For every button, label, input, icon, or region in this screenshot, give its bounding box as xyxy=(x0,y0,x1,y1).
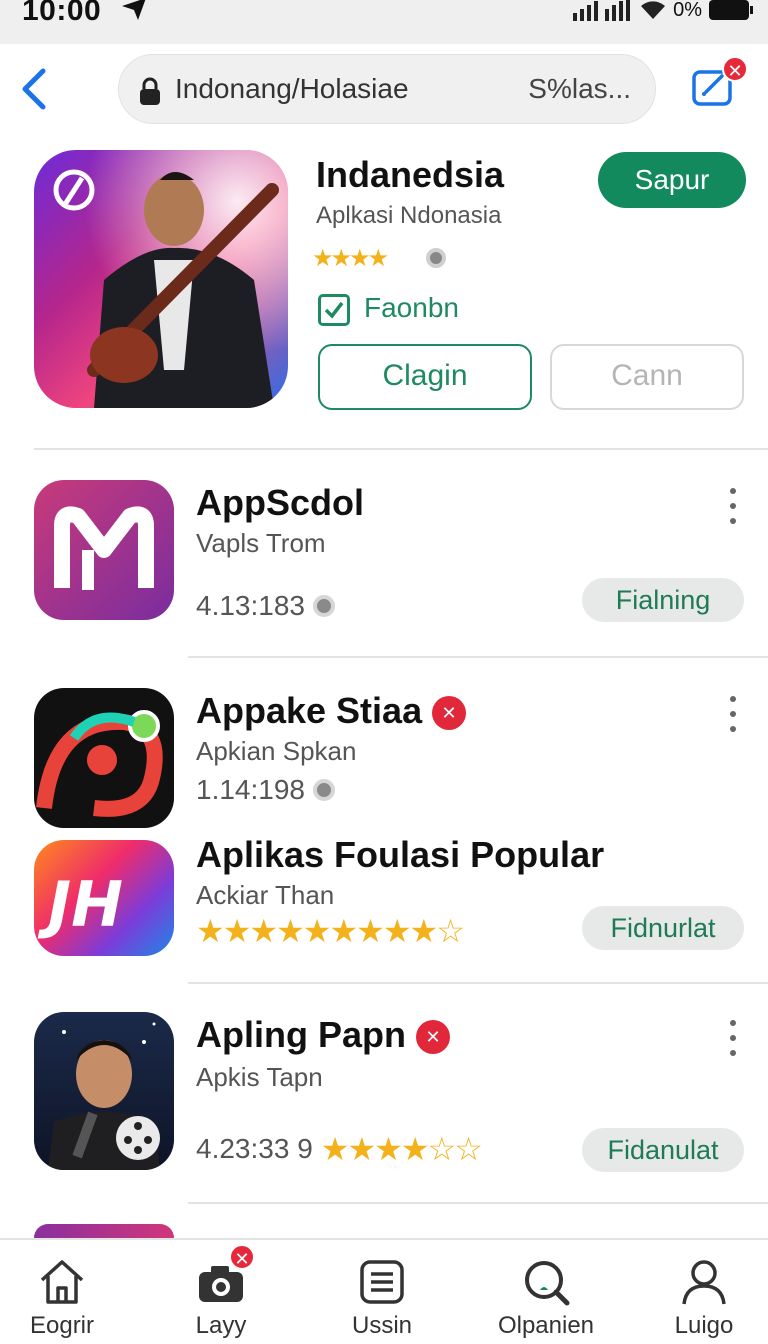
app-developer: Vapls Trom xyxy=(196,528,326,558)
app-icon xyxy=(34,1012,174,1170)
nav-label: Olpanien xyxy=(497,1312,595,1339)
nav-search[interactable]: Olpanien xyxy=(486,1252,606,1342)
secondary-button[interactable]: Clagin xyxy=(318,344,532,410)
nav-label: Layy xyxy=(195,1312,247,1339)
info-dot-icon xyxy=(313,779,335,801)
status-time: 10:00 xyxy=(22,0,102,27)
nav-label: Ussin xyxy=(351,1312,412,1339)
nav-label: Eogrir xyxy=(29,1312,95,1339)
more-options-button[interactable] xyxy=(720,488,746,524)
app-name: AppScdol xyxy=(196,482,364,523)
list-item[interactable]: Appake Stiaa ✕ Apkian Spkan 1.14:198 xyxy=(0,688,768,828)
divider xyxy=(188,982,768,984)
notification-badge: ✕ xyxy=(722,56,748,82)
more-options-button[interactable] xyxy=(720,696,746,732)
divider xyxy=(188,1202,768,1204)
notification-badge: ✕ xyxy=(229,1244,255,1270)
info-dot-icon xyxy=(426,248,446,268)
featured-app-subtitle: Aplkasi Ndonasia xyxy=(316,202,502,229)
divider xyxy=(34,448,768,450)
app-icon xyxy=(34,688,174,828)
checkbox[interactable] xyxy=(318,294,350,326)
filled-stars: ★★★★ xyxy=(320,1131,430,1167)
search-icon xyxy=(525,1261,570,1306)
search-bar[interactable]: Indonang/Holasiae S%las... xyxy=(118,54,656,124)
disabled-button: Cann xyxy=(550,344,744,410)
verified-badge: ✕ xyxy=(432,696,467,730)
app-developer: Apkis Tapn xyxy=(196,1062,323,1092)
list-item[interactable]: AppScdol Vapls Trom 4.13:183 Fialning xyxy=(0,480,768,656)
action-button[interactable]: Fidnurlat xyxy=(582,906,744,950)
list-item[interactable]: JH Aplikas Foulasi Popular Ackiar Than ★… xyxy=(0,834,768,980)
filled-stars: ★★★★★★★★★ xyxy=(196,913,438,949)
search-query: Indonang/Holasiae xyxy=(175,73,409,104)
location-icon xyxy=(122,0,146,20)
featured-rating-stars: ★★★★ xyxy=(312,245,389,272)
action-button[interactable]: Fialning xyxy=(582,578,744,622)
chevron-left-icon xyxy=(22,68,46,110)
app-developer: Apkian Spkan xyxy=(196,736,357,766)
search-hint: S%las... xyxy=(528,73,631,104)
lock-icon xyxy=(140,77,160,105)
status-indicators: 0% xyxy=(573,0,754,22)
app-icon: JH xyxy=(34,840,174,956)
empty-stars: ☆☆ xyxy=(427,1131,483,1167)
svg-text:JH: JH xyxy=(37,868,123,941)
app-name-text: Appake Stiaa xyxy=(196,690,423,731)
featured-app: Indanedsia Aplkasi Ndonasia ★★★★ Faonbn … xyxy=(0,140,768,450)
top-bar: Indonang/Holasiae S%las... ✕ xyxy=(0,44,768,140)
app-version: 1.14:198 xyxy=(196,774,305,805)
signal-icon xyxy=(573,0,631,21)
app-meta: 4.13:183 xyxy=(196,590,335,622)
action-button[interactable]: Fidanulat xyxy=(582,1128,744,1172)
nav-camera[interactable]: ✕ Layy xyxy=(161,1244,281,1342)
checkbox-label: Faonbn xyxy=(364,292,459,323)
nav-label: Luigo xyxy=(674,1312,734,1339)
nav-list[interactable]: Ussin xyxy=(322,1252,442,1342)
battery-icon xyxy=(709,0,753,20)
more-options-button[interactable] xyxy=(720,1020,746,1056)
list-item[interactable]: Apling Papn ✕ Apkis Tapn 4.23:33 9 ★★★★☆☆… xyxy=(0,1012,768,1182)
app-name: Appake Stiaa ✕ xyxy=(196,690,467,732)
nav-home[interactable]: Eogrir xyxy=(2,1252,122,1342)
profile-icon xyxy=(682,1260,726,1305)
back-button[interactable] xyxy=(14,64,54,114)
app-meta: 4.23:33 9 ★★★★☆☆ xyxy=(196,1130,483,1168)
verified-badge: ✕ xyxy=(416,1020,450,1054)
rating-stars: ★★★★☆☆ xyxy=(320,1130,483,1168)
battery-percent: 0% xyxy=(673,0,702,21)
home-icon xyxy=(40,1260,84,1304)
status-bar: 10:00 0% xyxy=(0,0,768,44)
list-icon xyxy=(360,1260,404,1304)
divider xyxy=(188,656,768,658)
app-icon xyxy=(34,480,174,620)
empty-stars: ☆ xyxy=(436,913,465,949)
app-version: 4.13:183 xyxy=(196,590,305,621)
app-version: 4.23:33 9 xyxy=(196,1133,313,1164)
app-rating: ★★★★★★★★★☆ xyxy=(196,912,465,950)
bottom-navigation: Eogrir ✕ Layy Ussin Olpanien Luigo xyxy=(0,1238,768,1344)
edit-button[interactable]: ✕ xyxy=(692,56,748,110)
check-icon xyxy=(324,301,344,319)
app-name: Apling Papn ✕ xyxy=(196,1014,450,1056)
app-name-text: Apling Papn xyxy=(196,1014,406,1055)
info-dot-icon xyxy=(313,595,335,617)
wifi-icon xyxy=(641,1,666,19)
rating-stars: ★★★★★★★★★☆ xyxy=(196,912,465,950)
featured-app-title: Indanedsia xyxy=(316,154,505,195)
guitarist-artwork xyxy=(34,150,288,408)
app-name: Aplikas Foulasi Popular xyxy=(196,834,605,875)
app-developer: Ackiar Than xyxy=(196,880,335,910)
app-meta: 1.14:198 xyxy=(196,774,335,806)
featured-app-icon[interactable] xyxy=(34,150,288,408)
app-icon-partial xyxy=(34,1224,174,1238)
install-button[interactable]: Sapur xyxy=(598,152,746,208)
nav-profile[interactable]: Luigo xyxy=(644,1252,764,1342)
